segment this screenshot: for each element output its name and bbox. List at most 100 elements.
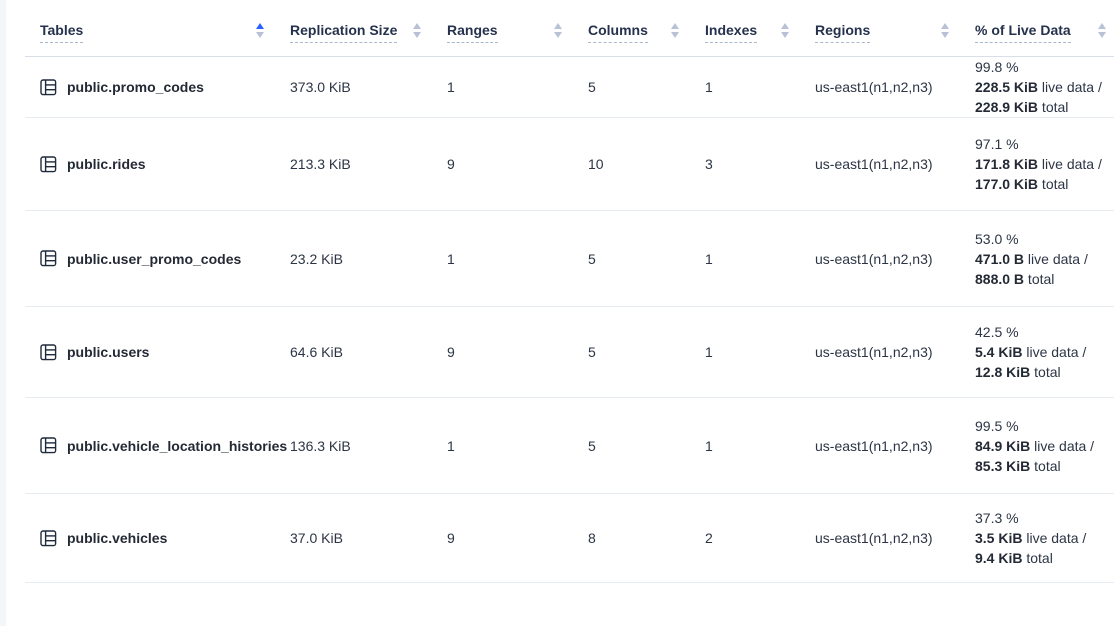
live-data-cell: 97.1 % 171.8 KiB live data / 177.0 KiB t… — [975, 134, 1114, 194]
table-grid-icon — [40, 530, 57, 547]
column-header-label: Ranges — [447, 22, 498, 43]
table-grid-icon — [40, 437, 57, 454]
regions-cell: us-east1(n1,n2,n3) — [815, 251, 975, 267]
table-grid-icon — [40, 344, 57, 361]
columns-cell: 8 — [588, 530, 705, 546]
table-name-cell: public.promo_codes — [40, 79, 290, 96]
live-data-size-line: 228.5 KiB live data / — [975, 77, 1114, 97]
sort-caret-icon[interactable] — [781, 23, 789, 42]
replication-size-cell: 64.6 KiB — [290, 344, 447, 360]
table-grid-icon — [40, 79, 57, 96]
ranges-cell: 9 — [447, 156, 588, 172]
sort-caret-icon[interactable] — [941, 23, 949, 42]
replication-size-cell: 23.2 KiB — [290, 251, 447, 267]
regions-cell: us-east1(n1,n2,n3) — [815, 438, 975, 454]
total-data-size-line: 177.0 KiB total — [975, 174, 1114, 194]
columns-cell: 5 — [588, 438, 705, 454]
table-name-link[interactable]: public.promo_codes — [67, 79, 204, 95]
column-header-label: Columns — [588, 22, 648, 43]
live-data-cell: 99.5 % 84.9 KiB live data / 85.3 KiB tot… — [975, 416, 1114, 476]
tables-table: Tables Replication Size Ranges Columns I… — [25, 0, 1114, 583]
table-name-cell: public.user_promo_codes — [40, 250, 290, 267]
total-data-size-line: 228.9 KiB total — [975, 97, 1114, 117]
total-data-size-line: 85.3 KiB total — [975, 456, 1114, 476]
table-row: public.vehicle_location_histories 136.3 … — [25, 398, 1114, 494]
column-header-label: Indexes — [705, 22, 757, 43]
table-header-row: Tables Replication Size Ranges Columns I… — [25, 0, 1114, 57]
column-header-indexes[interactable]: Indexes — [705, 22, 815, 43]
table-name-cell: public.rides — [40, 156, 290, 173]
live-data-cell: 53.0 % 471.0 B live data / 888.0 B total — [975, 229, 1114, 289]
indexes-cell: 2 — [705, 530, 815, 546]
table-row: public.users 64.6 KiB 9 5 1 us-east1(n1,… — [25, 307, 1114, 398]
live-data-percent: 53.0 % — [975, 229, 1114, 249]
indexes-cell: 1 — [705, 79, 815, 95]
replication-size-cell: 37.0 KiB — [290, 530, 447, 546]
column-header-label: Tables — [40, 22, 83, 43]
live-data-cell: 37.3 % 3.5 KiB live data / 9.4 KiB total — [975, 508, 1114, 568]
column-header-live-data[interactable]: % of Live Data — [975, 22, 1114, 43]
column-header-replication-size[interactable]: Replication Size — [290, 22, 447, 43]
ranges-cell: 9 — [447, 344, 588, 360]
regions-cell: us-east1(n1,n2,n3) — [815, 79, 975, 95]
live-data-size-line: 84.9 KiB live data / — [975, 436, 1114, 456]
ranges-cell: 1 — [447, 79, 588, 95]
ranges-cell: 1 — [447, 251, 588, 267]
total-data-size-line: 888.0 B total — [975, 269, 1114, 289]
table-name-cell: public.vehicle_location_histories — [40, 437, 290, 454]
table-name-cell: public.vehicles — [40, 530, 290, 547]
indexes-cell: 3 — [705, 156, 815, 172]
column-header-label: Replication Size — [290, 22, 397, 43]
sort-caret-icon[interactable] — [1098, 23, 1106, 42]
live-data-cell: 42.5 % 5.4 KiB live data / 12.8 KiB tota… — [975, 322, 1114, 382]
live-data-cell: 99.8 % 228.5 KiB live data / 228.9 KiB t… — [975, 57, 1114, 117]
columns-cell: 5 — [588, 79, 705, 95]
column-header-columns[interactable]: Columns — [588, 22, 705, 43]
columns-cell: 5 — [588, 251, 705, 267]
table-name-link[interactable]: public.users — [67, 344, 149, 360]
table-row: public.rides 213.3 KiB 9 10 3 us-east1(n… — [25, 118, 1114, 211]
sort-caret-icon[interactable] — [554, 23, 562, 42]
sort-caret-icon[interactable] — [671, 23, 679, 42]
live-data-size-line: 3.5 KiB live data / — [975, 528, 1114, 548]
live-data-size-line: 171.8 KiB live data / — [975, 154, 1114, 174]
live-data-percent: 99.8 % — [975, 57, 1114, 77]
table-name-link[interactable]: public.rides — [67, 156, 146, 172]
table-name-link[interactable]: public.user_promo_codes — [67, 251, 241, 267]
ranges-cell: 1 — [447, 438, 588, 454]
table-name-link[interactable]: public.vehicle_location_histories — [67, 438, 287, 454]
table-row: public.vehicles 37.0 KiB 9 8 2 us-east1(… — [25, 494, 1114, 583]
column-header-label: Regions — [815, 22, 870, 43]
sort-caret-icon[interactable] — [413, 23, 421, 42]
table-grid-icon — [40, 156, 57, 173]
indexes-cell: 1 — [705, 438, 815, 454]
total-data-size-line: 9.4 KiB total — [975, 548, 1114, 568]
indexes-cell: 1 — [705, 344, 815, 360]
column-header-ranges[interactable]: Ranges — [447, 22, 588, 43]
regions-cell: us-east1(n1,n2,n3) — [815, 344, 975, 360]
columns-cell: 10 — [588, 156, 705, 172]
sort-caret-icon[interactable] — [256, 23, 264, 42]
regions-cell: us-east1(n1,n2,n3) — [815, 156, 975, 172]
page-background-strip — [0, 0, 6, 626]
live-data-percent: 42.5 % — [975, 322, 1114, 342]
ranges-cell: 9 — [447, 530, 588, 546]
live-data-percent: 97.1 % — [975, 134, 1114, 154]
table-grid-icon — [40, 250, 57, 267]
table-row: public.promo_codes 373.0 KiB 1 5 1 us-ea… — [25, 57, 1114, 118]
replication-size-cell: 373.0 KiB — [290, 79, 447, 95]
column-header-regions[interactable]: Regions — [815, 22, 975, 43]
column-header-tables[interactable]: Tables — [40, 22, 290, 43]
table-row: public.user_promo_codes 23.2 KiB 1 5 1 u… — [25, 211, 1114, 307]
live-data-percent: 37.3 % — [975, 508, 1114, 528]
live-data-size-line: 471.0 B live data / — [975, 249, 1114, 269]
replication-size-cell: 213.3 KiB — [290, 156, 447, 172]
columns-cell: 5 — [588, 344, 705, 360]
live-data-size-line: 5.4 KiB live data / — [975, 342, 1114, 362]
table-name-cell: public.users — [40, 344, 290, 361]
replication-size-cell: 136.3 KiB — [290, 438, 447, 454]
live-data-percent: 99.5 % — [975, 416, 1114, 436]
indexes-cell: 1 — [705, 251, 815, 267]
regions-cell: us-east1(n1,n2,n3) — [815, 530, 975, 546]
table-name-link[interactable]: public.vehicles — [67, 530, 167, 546]
